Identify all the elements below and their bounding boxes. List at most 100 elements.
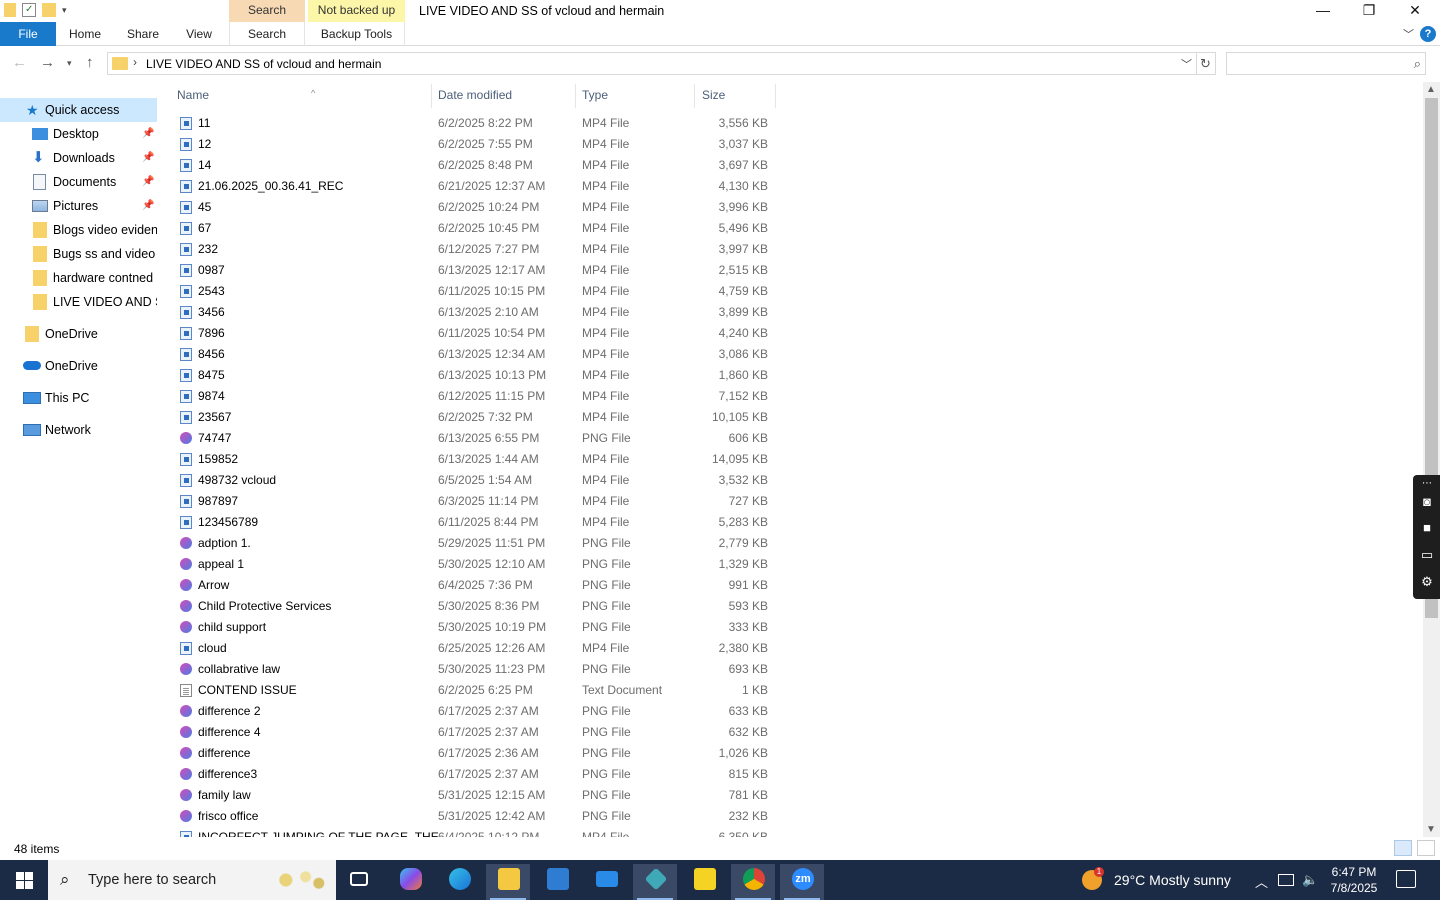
sidebar-item-onedrive[interactable]: OneDrive (0, 354, 157, 378)
pin-icon[interactable]: 📌 (142, 146, 154, 170)
breadcrumb-chevron-icon[interactable]: › (133, 55, 137, 69)
expand-ribbon-icon[interactable]: ﹀ (1403, 26, 1414, 42)
sidebar-item-onedrive-folder[interactable]: OneDrive (0, 322, 157, 346)
details-view-icon[interactable] (1394, 840, 1412, 856)
sidebar-item-bugs-ss[interactable]: Bugs ss and video (0, 242, 157, 266)
table-row[interactable]: appeal 1 5/30/2025 12:10 AM PNG File 1,329 … (157, 554, 797, 575)
show-hidden-icons-icon[interactable]: ︿ (1255, 872, 1268, 891)
sidebar-item-live-video[interactable]: LIVE VIDEO AND SS (0, 290, 157, 314)
sidebar-item-quick-access[interactable]: ★ Quick access (0, 98, 157, 122)
table-row[interactable]: collabrative law 5/30/2025 11:23 PM PNG Fi… (157, 659, 797, 680)
search-box[interactable]: ⌕ (1226, 52, 1426, 75)
sidebar-item-network[interactable]: Network (0, 418, 157, 442)
table-row[interactable]: difference3 6/17/2025 2:37 AM PNG File 815 … (157, 764, 797, 785)
zoom-button[interactable]: zm (780, 864, 824, 900)
pin-icon[interactable]: 📌 (142, 170, 154, 194)
chrome-button[interactable] (731, 864, 775, 900)
tab-share[interactable]: Share (120, 22, 166, 46)
table-row[interactable]: 67 6/2/2025 10:45 PM MP4 File 5,496 KB (157, 218, 797, 239)
table-row[interactable]: 11 6/2/2025 8:22 PM MP4 File 3,556 KB (157, 113, 797, 134)
sidebar-item-blogs-video[interactable]: Blogs video evidenc (0, 218, 157, 242)
refresh-icon[interactable]: ↻ (1196, 52, 1216, 75)
table-row[interactable]: adption 1. 5/29/2025 11:51 PM PNG File 2,77… (157, 533, 797, 554)
table-row[interactable]: 7896 6/11/2025 10:54 PM MP4 File 4,240 KB (157, 323, 797, 344)
start-button[interactable] (0, 860, 48, 900)
maximize-button[interactable]: ❐ (1346, 0, 1392, 22)
table-row[interactable]: 8475 6/13/2025 10:13 PM MP4 File 1,860 KB (157, 365, 797, 386)
table-row[interactable]: 123456789 6/11/2025 8:44 PM MP4 File 5,283 … (157, 512, 797, 533)
table-row[interactable]: 74747 6/13/2025 6:55 PM PNG File 606 KB (157, 428, 797, 449)
table-row[interactable]: 987897 6/3/2025 11:14 PM MP4 File 727 KB (157, 491, 797, 512)
scroll-up-icon[interactable]: ▲ (1426, 84, 1436, 95)
pin-icon[interactable]: 📌 (142, 194, 154, 218)
new-folder-icon[interactable] (42, 3, 56, 17)
task-view-button[interactable] (338, 864, 382, 900)
table-row[interactable]: 21.06.2025_00.36.41_REC 6/21/2025 12:37 A… (157, 176, 797, 197)
sidebar-item-desktop[interactable]: Desktop 📌 (0, 122, 157, 146)
microsoft-store-button[interactable] (535, 864, 579, 900)
large-icons-view-icon[interactable] (1417, 840, 1435, 856)
column-header-name[interactable]: Name ^ (171, 80, 431, 110)
table-row[interactable]: 0987 6/13/2025 12:17 AM MP4 File 2,515 KB (157, 260, 797, 281)
tab-view[interactable]: View (176, 22, 222, 46)
table-row[interactable]: INCORFECT JUMPING OF THE PAGE_THE 6/4/202… (157, 827, 797, 837)
window-capture-icon[interactable]: ▭ (1418, 548, 1436, 562)
tab-home[interactable]: Home (62, 22, 108, 46)
search-input[interactable] (1231, 54, 1401, 74)
forward-arrow-icon[interactable]: → (40, 54, 55, 71)
table-row[interactable]: 12 6/2/2025 7:55 PM MP4 File 3,037 KB (157, 134, 797, 155)
table-row[interactable]: family law 5/31/2025 12:15 AM PNG File 781 … (157, 785, 797, 806)
sidebar-item-this-pc[interactable]: This PC (0, 386, 157, 410)
taskbar-search[interactable]: ⌕ Type here to search (48, 860, 336, 900)
table-row[interactable]: 14 6/2/2025 8:48 PM MP4 File 3,697 KB (157, 155, 797, 176)
column-divider[interactable] (694, 84, 695, 108)
back-arrow-icon[interactable]: ← (12, 54, 27, 71)
sidebar-item-documents[interactable]: Documents 📌 (0, 170, 157, 194)
properties-icon[interactable]: ✓ (22, 3, 36, 17)
sidebar-item-pictures[interactable]: Pictures 📌 (0, 194, 157, 218)
sidebar-item-downloads[interactable]: ⬇ Downloads 📌 (0, 146, 157, 170)
breadcrumb[interactable]: LIVE VIDEO AND SS of vcloud and hermain (146, 57, 381, 71)
table-row[interactable]: difference 6/17/2025 2:36 AM PNG File 1,026… (157, 743, 797, 764)
column-header-size[interactable]: Size (696, 80, 775, 110)
pin-icon[interactable]: 📌 (142, 122, 154, 146)
notification-center-icon[interactable] (1396, 870, 1416, 888)
table-row[interactable]: cloud 6/25/2025 12:26 AM MP4 File 2,380 KB (157, 638, 797, 659)
minimize-button[interactable]: — (1300, 0, 1346, 22)
table-row[interactable]: 9874 6/12/2025 11:15 PM MP4 File 7,152 KB (157, 386, 797, 407)
table-row[interactable]: difference 4 6/17/2025 2:37 AM PNG File 632… (157, 722, 797, 743)
up-arrow-icon[interactable]: ↑ (86, 54, 94, 71)
table-row[interactable]: 45 6/2/2025 10:24 PM MP4 File 3,996 KB (157, 197, 797, 218)
network-status-icon[interactable] (1278, 874, 1294, 886)
gear-icon[interactable]: ⚙ (1418, 575, 1436, 589)
table-row[interactable]: 3456 6/13/2025 2:10 AM MP4 File 3,899 KB (157, 302, 797, 323)
help-icon[interactable]: ? (1420, 26, 1436, 42)
table-row[interactable]: difference 2 6/17/2025 2:37 AM PNG File 633… (157, 701, 797, 722)
table-row[interactable]: 8456 6/13/2025 12:34 AM MP4 File 3,086 KB (157, 344, 797, 365)
volume-icon[interactable]: 🔈 (1302, 872, 1318, 888)
copilot-button[interactable] (388, 864, 432, 900)
camera-icon[interactable]: ◙ (1418, 495, 1436, 509)
table-row[interactable]: Arrow 6/4/2025 7:36 PM PNG File 991 KB (157, 575, 797, 596)
scroll-down-icon[interactable]: ▼ (1426, 824, 1436, 835)
address-bar[interactable]: › LIVE VIDEO AND SS of vcloud and hermai… (107, 52, 1197, 75)
edge-button[interactable] (437, 864, 481, 900)
close-button[interactable]: ✕ (1392, 0, 1438, 22)
table-row[interactable]: frisco office 5/31/2025 12:42 AM PNG File 2… (157, 806, 797, 827)
table-row[interactable]: child support 5/30/2025 10:19 PM PNG File 3… (157, 617, 797, 638)
tab-file[interactable]: File (0, 22, 56, 46)
sticky-notes-button[interactable] (682, 864, 726, 900)
column-header-date[interactable]: Date modified (432, 80, 575, 110)
table-row[interactable]: 2543 6/11/2025 10:15 PM MP4 File 4,759 KB (157, 281, 797, 302)
video-record-icon[interactable]: ■ (1418, 521, 1436, 535)
file-explorer-button[interactable] (486, 864, 530, 900)
recent-locations-icon[interactable]: ▾ (67, 58, 72, 69)
vertical-scrollbar[interactable]: ▲ ▼ (1423, 82, 1440, 837)
sidebar-item-hardware[interactable]: hardware contned (0, 266, 157, 290)
app-button[interactable] (633, 864, 677, 900)
table-row[interactable]: 159852 6/13/2025 1:44 AM MP4 File 14,095 KB (157, 449, 797, 470)
more-icon[interactable]: ⋯ (1418, 477, 1436, 491)
table-row[interactable]: 23567 6/2/2025 7:32 PM MP4 File 10,105 KB (157, 407, 797, 428)
customize-toolbar-icon[interactable]: ▾ (62, 5, 67, 16)
mail-button[interactable] (584, 864, 628, 900)
